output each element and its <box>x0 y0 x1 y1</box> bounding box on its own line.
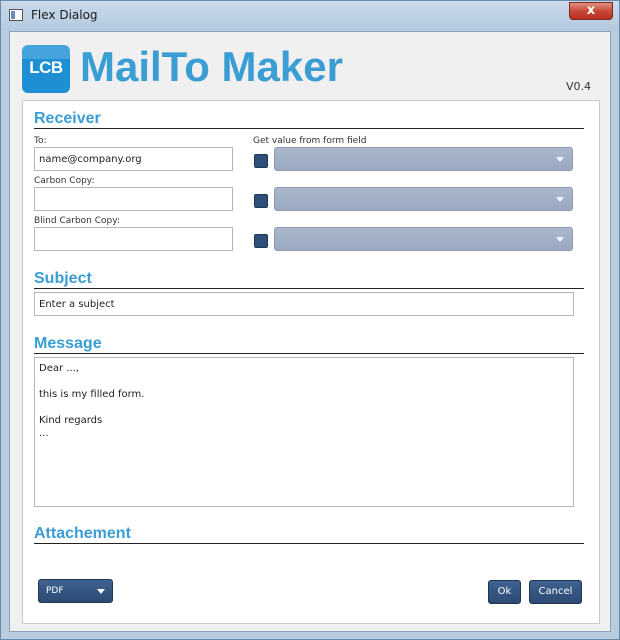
dialog-window: Flex Dialog x LCB MailTo Maker V0.4 Rece… <box>0 0 620 640</box>
attachment-format-value: PDF <box>46 586 64 596</box>
attachment-format-dropdown[interactable]: PDF <box>38 579 113 603</box>
window-icon <box>9 9 23 21</box>
ok-button[interactable]: Ok <box>488 580 521 604</box>
chevron-down-icon <box>556 197 564 202</box>
form-field-label: Get value from form field <box>253 136 367 146</box>
dialog-content: LCB MailTo Maker V0.4 Receiver To: Get v… <box>9 31 611 632</box>
cc-label: Carbon Copy: <box>34 176 95 186</box>
cc-input[interactable] <box>34 187 233 211</box>
cc-form-field-dropdown[interactable] <box>274 187 573 211</box>
receiver-heading: Receiver <box>34 110 101 127</box>
form-panel: Receiver To: Get value from form field C… <box>22 100 600 624</box>
subject-divider <box>34 288 584 289</box>
close-icon: x <box>586 3 596 18</box>
message-divider <box>34 353 584 354</box>
to-input[interactable] <box>34 147 233 171</box>
close-button[interactable]: x <box>569 2 613 20</box>
app-header: LCB MailTo Maker V0.4 <box>10 32 610 100</box>
chevron-down-icon <box>97 589 105 594</box>
logo-text: LCB <box>29 58 63 77</box>
message-heading: Message <box>34 335 102 352</box>
chevron-down-icon <box>556 157 564 162</box>
bcc-input[interactable] <box>34 227 233 251</box>
to-form-field-checkbox[interactable] <box>254 154 268 168</box>
receiver-divider <box>34 128 584 129</box>
to-label: To: <box>34 136 47 146</box>
to-form-field-dropdown[interactable] <box>274 147 573 171</box>
attachment-divider <box>34 543 584 544</box>
message-textarea[interactable]: Dear ..., this is my filled form. Kind r… <box>34 357 574 507</box>
cc-form-field-checkbox[interactable] <box>254 194 268 208</box>
bcc-form-field-dropdown[interactable] <box>274 227 573 251</box>
logo-shine <box>22 45 70 59</box>
subject-input[interactable] <box>34 292 574 316</box>
title-bar[interactable]: Flex Dialog x <box>1 1 619 31</box>
version-label: V0.4 <box>565 80 591 93</box>
app-title: MailTo Maker <box>80 43 343 90</box>
bcc-label: Blind Carbon Copy: <box>34 216 120 226</box>
bcc-form-field-checkbox[interactable] <box>254 234 268 248</box>
cancel-button[interactable]: Cancel <box>529 580 582 604</box>
chevron-down-icon <box>556 237 564 242</box>
attachment-heading: Attachement <box>34 525 131 542</box>
window-title: Flex Dialog <box>31 8 98 22</box>
lcb-logo: LCB <box>22 45 70 93</box>
subject-heading: Subject <box>34 270 92 287</box>
